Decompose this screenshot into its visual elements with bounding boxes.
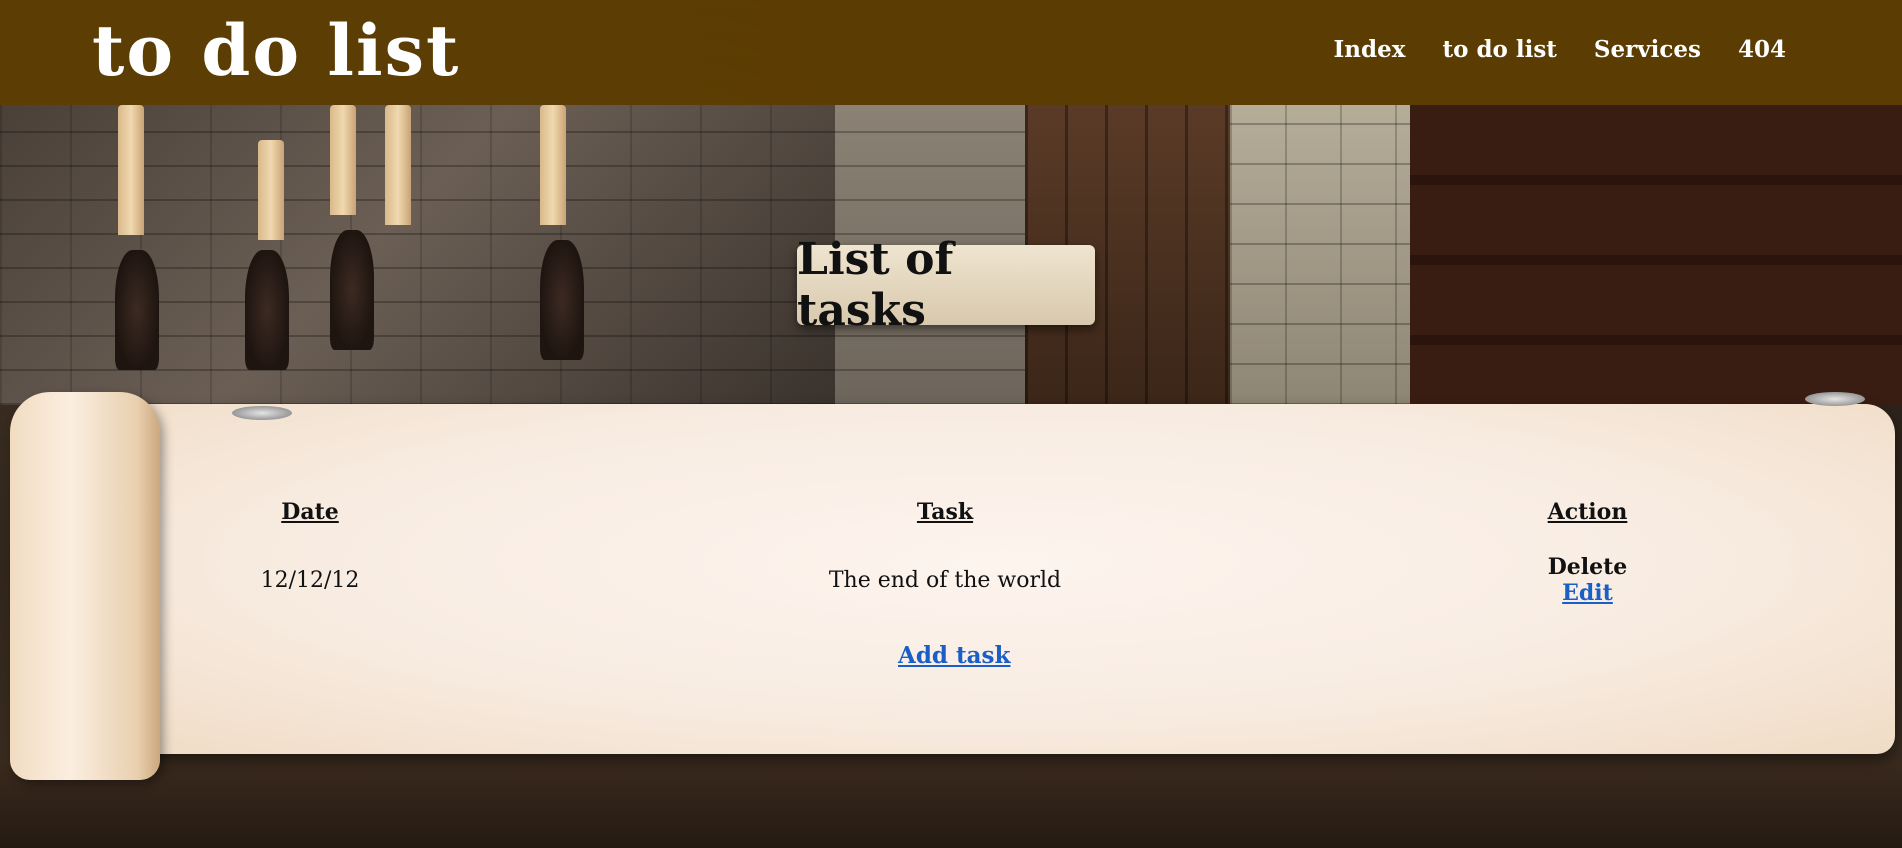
candelabra [115,250,159,370]
candle [330,105,356,215]
column-header-action: Action [1547,499,1628,525]
tasks-table: Date Task Action 12/12/12 The end of the… [160,496,1745,610]
candelabra [330,230,374,350]
candelabra [540,240,584,360]
pin-icon [232,406,292,420]
delete-task-button[interactable]: Delete [1430,554,1745,580]
candle [258,140,284,240]
title-banner: List of tasks [797,234,1095,336]
pin-icon [1805,392,1865,406]
parchment-roll [10,392,160,780]
site-title: to do list [92,9,461,92]
candelabra [245,250,289,370]
add-task-link[interactable]: Add task [898,642,1010,669]
task-description: The end of the world [828,567,1062,593]
nav-link-to-do-list[interactable]: to do list [1442,36,1556,63]
task-actions: Delete Edit [1430,550,1745,610]
nav-link-index[interactable]: Index [1334,36,1406,63]
main-nav: Index to do list Services 404 [1334,36,1786,63]
candle [540,105,566,225]
nav-link-404[interactable]: 404 [1738,36,1786,63]
site-header: to do list Index to do list Services 404 [0,0,1902,105]
column-header-date: Date [281,499,339,525]
stone-wall-right [1230,105,1410,405]
page-title: List of tasks [797,234,954,336]
floor [0,760,1902,848]
task-date: 12/12/12 [260,567,360,593]
bookshelf [1410,105,1902,405]
edit-task-link[interactable]: Edit [1430,580,1745,606]
table-row: 12/12/12 The end of the world Delete Edi… [160,550,1745,610]
column-header-task: Task [916,499,974,525]
candle [118,105,144,235]
table-header-row: Date Task Action [160,496,1745,550]
nav-link-services[interactable]: Services [1594,36,1701,63]
candle [385,105,411,225]
